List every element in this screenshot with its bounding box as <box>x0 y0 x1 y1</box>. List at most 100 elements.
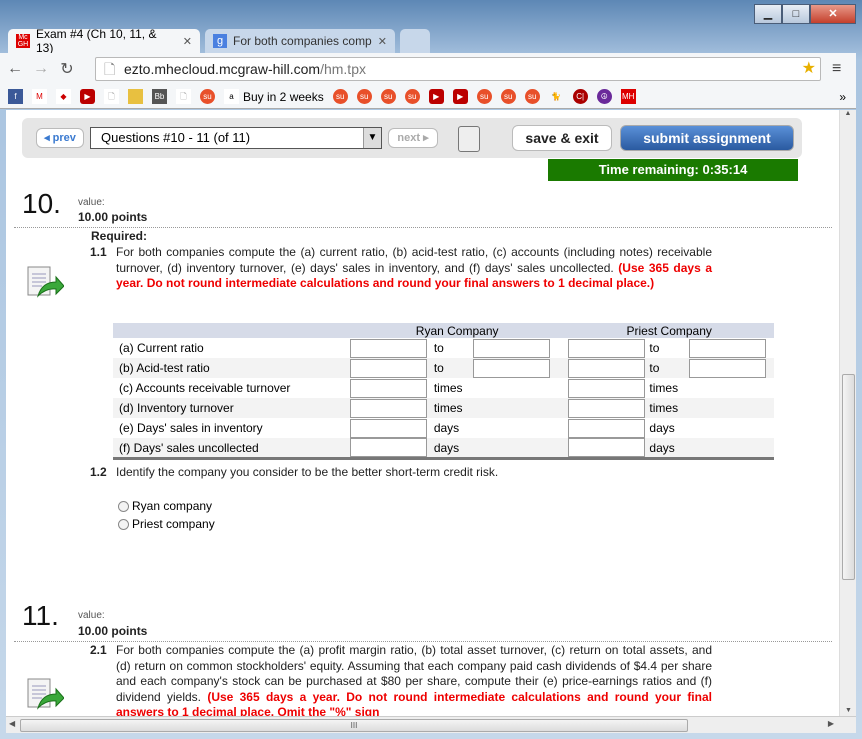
address-bar[interactable]: 🗋 ezto.mhecloud.mcgraw-hill.com/hm.tpx ★ <box>95 57 821 81</box>
priest-second-input-cell <box>689 378 774 398</box>
ryan-input[interactable] <box>349 438 427 457</box>
unit-label: to <box>649 341 660 355</box>
option-ryan[interactable]: Ryan company <box>118 499 212 513</box>
ryan-input[interactable] <box>349 338 427 358</box>
unit-label: times <box>649 381 679 395</box>
priest-input[interactable] <box>568 378 646 398</box>
stumbleupon-icon[interactable]: su <box>524 89 540 104</box>
ryan-input[interactable] <box>349 378 427 398</box>
submit-assignment-button[interactable]: submit assignment <box>620 125 794 151</box>
unit-label: times <box>433 381 463 395</box>
ryan-second-input[interactable] <box>473 338 551 358</box>
scroll-left-icon[interactable]: ◀ <box>9 719 15 728</box>
rounding-instructions: (Use 365 days a year. Do not round inter… <box>116 689 712 717</box>
tab-exam[interactable]: Mc GH Exam #4 (Ch 10, 11, & 13) ✕ <box>8 27 200 55</box>
vertical-scrollbar[interactable]: ▲ ▼ <box>839 110 856 716</box>
more-bookmarks[interactable]: » <box>839 90 846 104</box>
menu-icon[interactable]: ≡ <box>832 60 841 78</box>
ryan-second-input-cell <box>473 358 565 378</box>
amazon-bookmark[interactable]: a Buy in 2 weeks <box>224 89 324 104</box>
ryan-second-input[interactable] <box>473 358 551 378</box>
priest-input[interactable] <box>568 338 646 358</box>
radio-button[interactable] <box>118 518 129 530</box>
scroll-down-icon[interactable]: ▼ <box>840 707 856 714</box>
save-disk-icon[interactable] <box>458 126 480 152</box>
option-priest[interactable]: Priest company <box>118 517 215 531</box>
youtube-icon[interactable]: ▶ <box>428 89 444 104</box>
cat-icon[interactable]: 🐈 <box>549 89 564 104</box>
gmail-icon[interactable]: M <box>32 89 47 104</box>
scroll-right-icon[interactable]: ▶ <box>828 719 834 728</box>
priest-input[interactable] <box>568 418 646 438</box>
unit-cell: times <box>431 378 474 398</box>
youtube-icon[interactable]: ▶ <box>80 89 95 104</box>
selector-value: Questions #10 - 11 (of 11) <box>101 130 251 145</box>
priest-input[interactable] <box>568 398 646 418</box>
unit-label: times <box>433 401 463 415</box>
radio-button[interactable] <box>118 500 129 512</box>
vertical-scroll-thumb[interactable] <box>842 374 855 580</box>
blackboard-icon[interactable]: Bb <box>152 89 167 104</box>
stumbleupon-icon[interactable]: su <box>404 89 420 104</box>
star-icon[interactable]: ★ <box>802 58 816 80</box>
next-button[interactable]: next ▸ <box>388 128 438 148</box>
stumbleupon-icon[interactable]: su <box>200 89 215 104</box>
stumbleupon-icon[interactable]: su <box>332 89 348 104</box>
save-exit-button[interactable]: save & exit <box>512 125 612 151</box>
bookmarks-bar: f M ◆ ▶ 🗋 Bb 🗋 su a Buy in 2 weeks su su … <box>0 85 856 109</box>
priest-second-input[interactable] <box>688 358 766 378</box>
bank-icon[interactable]: ◆ <box>56 89 71 104</box>
youtube-icon[interactable]: ▶ <box>452 89 468 104</box>
facebook-icon[interactable]: f <box>8 89 23 104</box>
ryan-input-cell <box>349 418 431 438</box>
priest-input-cell <box>564 438 647 459</box>
back-icon[interactable]: ← <box>4 60 26 78</box>
url-path: /hm.tpx <box>320 61 366 77</box>
amazon-icon: a <box>224 89 239 104</box>
unit-cell: days <box>646 418 689 438</box>
minimize-button[interactable]: ▁ <box>754 4 782 24</box>
ryan-header: Ryan Company <box>349 323 565 338</box>
priest-input[interactable] <box>568 358 646 378</box>
peace-icon[interactable]: ☮ <box>596 89 612 104</box>
prev-button[interactable]: ◂ prev <box>36 128 84 148</box>
close-tab-icon[interactable]: ✕ <box>378 35 387 48</box>
ryan-second-input-cell <box>473 338 564 358</box>
row-label-cell: (c) Accounts receivable turnover <box>113 378 350 398</box>
c-icon[interactable]: C| <box>572 89 588 104</box>
scroll-up-icon[interactable]: ▲ <box>840 110 856 117</box>
row-label: (d) Inventory turnover <box>119 401 234 415</box>
row-label: (a) Current ratio <box>119 341 204 355</box>
stumbleupon-icon[interactable]: su <box>380 89 396 104</box>
ryan-input[interactable] <box>349 358 427 378</box>
page-bookmark-icon[interactable]: 🗋 <box>104 89 119 104</box>
stumbleupon-icon[interactable]: su <box>356 89 372 104</box>
stumbleupon-icon[interactable]: su <box>476 89 492 104</box>
row-label: (f) Days' sales uncollected <box>119 440 259 455</box>
question-selector[interactable]: Questions #10 - 11 (of 11) ▼ <box>90 127 382 149</box>
ryan-input[interactable] <box>349 398 427 418</box>
tab-google[interactable]: g For both companies comp ✕ <box>205 29 395 53</box>
mh-icon[interactable]: MH <box>620 89 636 104</box>
priest-input-cell <box>564 378 646 398</box>
ryan-second-input-cell <box>473 398 565 418</box>
close-tab-icon[interactable]: ✕ <box>183 35 192 48</box>
unit-label: days <box>433 421 460 435</box>
unit-cell: to <box>646 338 689 358</box>
stumbleupon-icon[interactable]: su <box>500 89 516 104</box>
value-label: value: <box>78 197 105 208</box>
priest-input[interactable] <box>568 438 646 457</box>
table-row: (b) Acid-test ratio to to <box>113 358 774 378</box>
bookmark-icon[interactable] <box>128 89 143 104</box>
forward-icon[interactable]: → <box>30 60 52 78</box>
horizontal-scroll-thumb[interactable]: III <box>20 719 688 732</box>
close-window-button[interactable]: ✕ <box>810 4 856 24</box>
horizontal-scrollbar[interactable]: ◀ III ▶ <box>6 716 856 733</box>
page-bookmark-icon[interactable]: 🗋 <box>176 89 191 104</box>
maximize-button[interactable]: □ <box>782 4 810 24</box>
new-tab-button[interactable] <box>400 29 430 53</box>
reload-icon[interactable]: ↻ <box>56 59 78 79</box>
priest-second-input[interactable] <box>688 338 766 358</box>
ryan-input[interactable] <box>349 418 427 438</box>
unit-cell: days <box>646 438 689 459</box>
